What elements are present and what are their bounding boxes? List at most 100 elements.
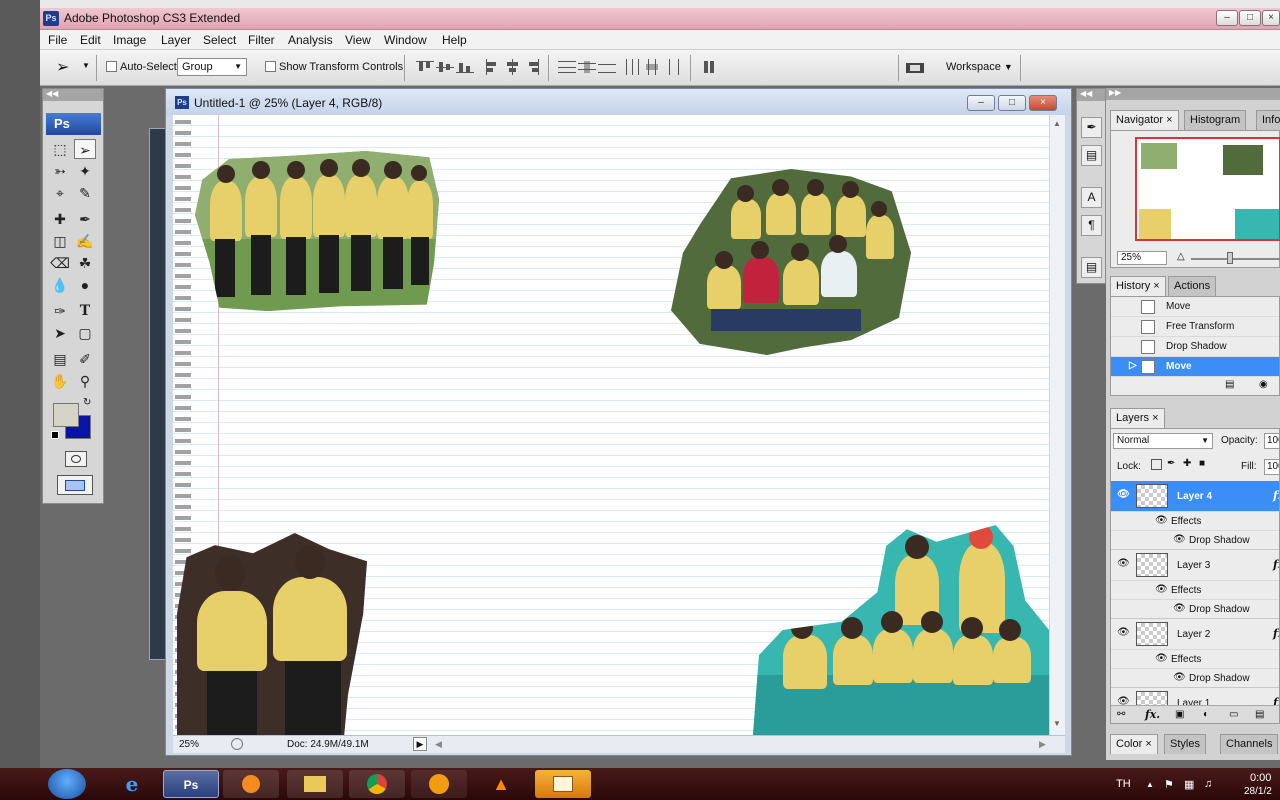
tray-expand-icon[interactable]: ▲ [1146, 780, 1154, 789]
history-brush-tool-icon[interactable]: ✍ [74, 231, 96, 251]
background-document-window[interactable] [149, 128, 166, 660]
show-transform-checkbox[interactable] [265, 61, 276, 72]
layer-effect-item[interactable]: 👁 Drop Shadow [1111, 599, 1279, 618]
layer-comps-icon[interactable]: ▤ [1081, 257, 1102, 278]
new-group-icon[interactable]: ▭ [1229, 709, 1238, 720]
vertical-scrollbar[interactable]: ▲ ▼ [1049, 115, 1065, 735]
magic-wand-tool-icon[interactable]: ✦ [74, 161, 96, 181]
shape-tool-icon[interactable]: ▢ [74, 323, 96, 343]
marquee-tool-icon[interactable]: ⬚ [49, 139, 71, 159]
navigator-zoom-slider[interactable] [1191, 258, 1280, 260]
paragraph-panel-icon[interactable]: ¶ [1081, 215, 1102, 236]
lock-all-icon[interactable]: ■ [1199, 458, 1205, 469]
distribute-top-icon[interactable] [558, 59, 576, 75]
adjustment-layer-icon[interactable]: ◐ [1203, 709, 1209, 720]
close-button[interactable]: × [1262, 10, 1280, 26]
fill-field[interactable]: 100 [1264, 459, 1279, 475]
menu-select[interactable]: Select [203, 33, 236, 47]
eye-icon[interactable]: 👁 [1173, 534, 1186, 545]
tab-history[interactable]: History × [1110, 276, 1166, 296]
swap-colors-icon[interactable]: ↻ [83, 397, 91, 408]
tool-presets-icon[interactable]: ▤ [1081, 145, 1102, 166]
layer-row[interactable]: 👁 Layer 2 fx [1111, 618, 1279, 648]
type-tool-icon[interactable]: T [74, 301, 96, 321]
tab-histogram[interactable]: Histogram [1184, 110, 1247, 130]
lock-pixels-icon[interactable]: ✒ [1167, 458, 1175, 469]
auto-select-dropdown[interactable]: Group ▼ [177, 58, 247, 76]
panels-collapse-handle[interactable]: ▶▶ [1106, 88, 1280, 100]
volume-icon[interactable]: ♫ [1204, 778, 1212, 790]
character-panel-icon[interactable]: A [1081, 187, 1102, 208]
clone-stamp-tool-icon[interactable]: ◫ [49, 231, 71, 251]
distribute-right-icon[interactable] [664, 59, 682, 75]
tab-navigator[interactable]: Navigator × [1110, 110, 1179, 130]
toolbox-collapse-handle[interactable]: ◀◀ [43, 89, 103, 101]
layer-effects-row[interactable]: 👁 Effects [1111, 511, 1279, 530]
eye-icon[interactable]: 👁 [1155, 515, 1168, 526]
zoom-out-icon[interactable]: △ [1177, 251, 1185, 262]
layer-effect-item[interactable]: 👁 Drop Shadow [1111, 668, 1279, 687]
fx-icon[interactable]: fx [1273, 489, 1279, 502]
tab-actions[interactable]: Actions [1168, 276, 1217, 296]
fx-icon[interactable]: fx [1273, 558, 1279, 571]
vlc-icon[interactable]: ▲ [473, 770, 529, 798]
eyedropper-tool-icon[interactable]: ✐ [74, 349, 96, 369]
pen-tool-icon[interactable]: ✑ [49, 301, 71, 321]
eye-icon[interactable]: 👁 [1173, 672, 1186, 683]
distribute-left-icon[interactable] [624, 59, 642, 75]
tab-layers[interactable]: Layers × [1110, 408, 1165, 428]
status-menu-arrow-icon[interactable]: ▶ [413, 737, 427, 751]
windows-explorer-icon[interactable] [287, 770, 343, 798]
eye-icon[interactable]: 👁 [1155, 584, 1168, 595]
align-hcenter-icon[interactable] [504, 59, 522, 75]
language-indicator[interactable]: TH [1116, 778, 1131, 790]
layer-row-active[interactable]: 👁 Layer 4 fx [1111, 481, 1279, 511]
tab-info[interactable]: Info [1256, 110, 1280, 130]
lasso-tool-icon[interactable]: ➳ [49, 161, 71, 181]
hand-tool-icon[interactable]: ✋ [49, 371, 71, 391]
doc-maximize-button[interactable]: □ [998, 95, 1026, 111]
scroll-down-icon[interactable]: ▼ [1053, 719, 1061, 728]
menu-window[interactable]: Window [384, 33, 427, 47]
notes-tool-icon[interactable]: ▤ [49, 349, 71, 369]
menu-view[interactable]: View [345, 33, 371, 47]
doc-close-button[interactable]: × [1029, 95, 1057, 111]
menu-layer[interactable]: Layer [161, 33, 191, 47]
history-item[interactable]: Drop Shadow [1111, 337, 1279, 357]
align-vcenter-icon[interactable] [436, 59, 454, 75]
align-right-icon[interactable] [524, 59, 542, 75]
menu-help[interactable]: Help [442, 33, 467, 47]
brushes-panel-icon[interactable]: ✒ [1081, 117, 1102, 138]
slideshow-icon[interactable] [535, 770, 591, 798]
chrome-icon[interactable] [349, 770, 405, 798]
action-center-flag-icon[interactable]: ⚑ [1164, 778, 1174, 791]
dodge-tool-icon[interactable]: ● [74, 275, 96, 295]
paint-bucket-tool-icon[interactable]: ☘ [74, 253, 96, 273]
align-bottom-icon[interactable] [456, 59, 474, 75]
eye-icon[interactable]: 👁 [1117, 558, 1130, 569]
start-button[interactable] [48, 769, 86, 799]
lock-position-icon[interactable]: ✚ [1183, 458, 1191, 469]
healing-brush-tool-icon[interactable]: ✚ [49, 209, 71, 229]
eye-icon[interactable]: 👁 [1173, 603, 1186, 614]
default-colors-icon[interactable] [51, 431, 59, 439]
new-snapshot-icon[interactable]: ▤ [1225, 379, 1234, 390]
navigator-zoom-thumb[interactable] [1227, 252, 1233, 264]
clock-date[interactable]: 28/1/2 [1244, 786, 1272, 797]
zoom-tool-icon[interactable]: ⚲ [74, 371, 96, 391]
crop-tool-icon[interactable]: ⌖ [49, 183, 71, 203]
align-left-icon[interactable] [484, 59, 502, 75]
distribute-vcenter-icon[interactable] [578, 59, 596, 75]
auto-select-checkbox[interactable] [106, 61, 117, 72]
fx-icon[interactable]: fx [1273, 627, 1279, 640]
link-layers-icon[interactable]: ⚯ [1117, 709, 1125, 720]
layer-row[interactable]: 👁 Layer 3 fx [1111, 549, 1279, 579]
scroll-up-icon[interactable]: ▲ [1053, 119, 1061, 128]
layer-photo-group-boys[interactable] [195, 151, 439, 311]
navigator-preview[interactable] [1135, 137, 1280, 241]
add-mask-icon[interactable]: ▣ [1175, 709, 1184, 720]
foreground-color-swatch-front[interactable] [53, 403, 79, 427]
move-tool-icon[interactable]: ➢ [74, 139, 96, 159]
auto-align-icon[interactable] [700, 59, 718, 75]
document-window[interactable]: Ps Untitled-1 @ 25% (Layer 4, RGB/8) – □… [165, 88, 1072, 756]
